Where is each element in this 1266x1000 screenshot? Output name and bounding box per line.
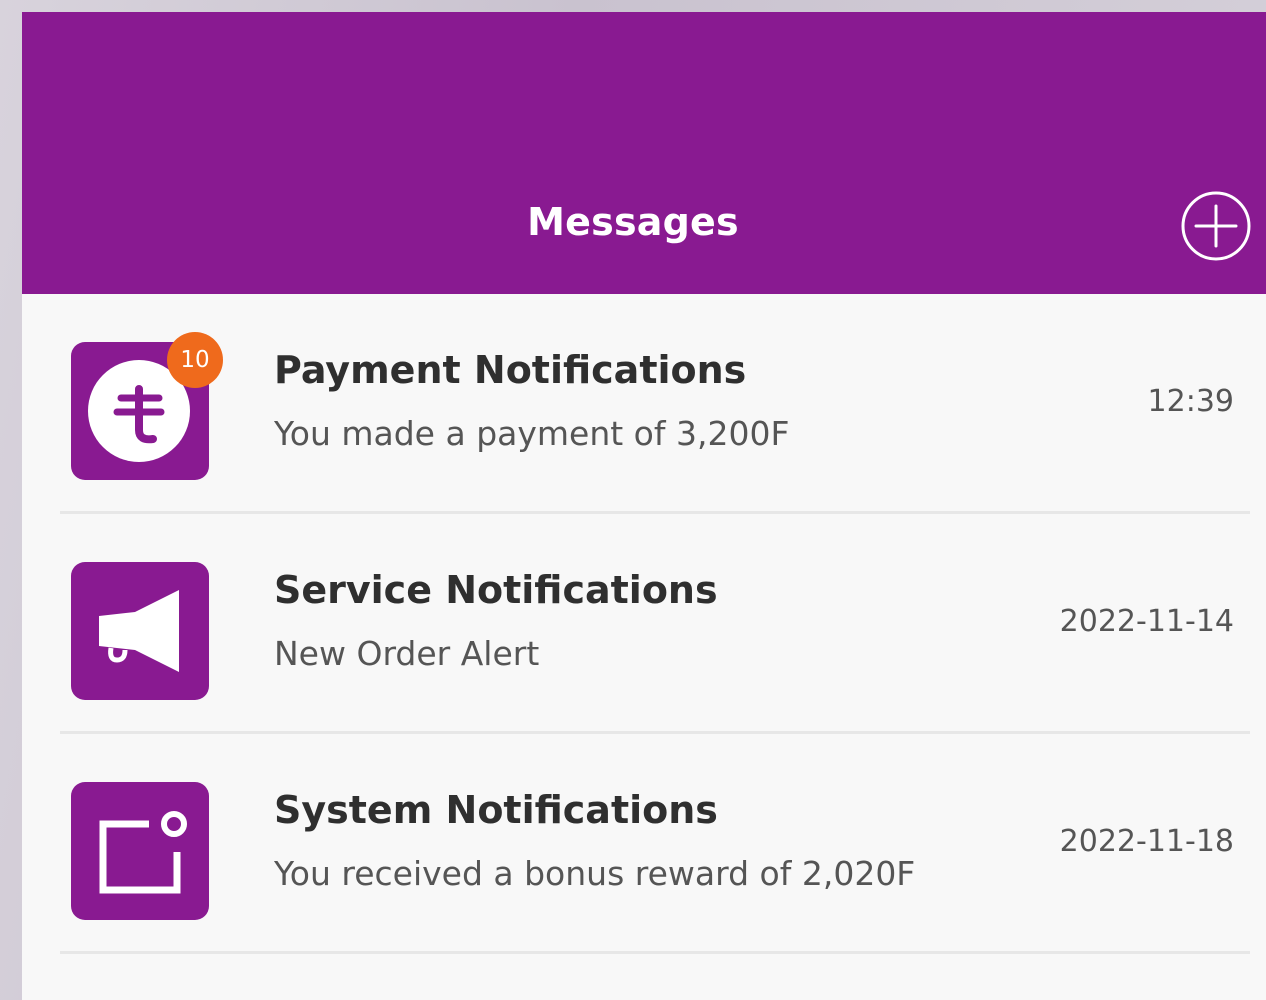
row-time: 2022-11-14 — [1059, 604, 1234, 639]
list-item-payment-notifications[interactable]: 10 Payment Notifications You made a paym… — [22, 294, 1266, 514]
list-item-service-notifications[interactable]: Service Notifications New Order Alert 20… — [22, 514, 1266, 734]
add-button[interactable] — [1180, 190, 1252, 262]
row-title: System Notifications — [274, 788, 718, 832]
row-subtitle: You received a bonus reward of 2,020F — [274, 854, 916, 893]
list-item-system-notifications[interactable]: System Notifications You received a bonu… — [22, 734, 1266, 954]
megaphone-icon — [99, 590, 179, 672]
system-tile — [71, 782, 209, 920]
messages-screen: Messages 10 Payment Notifications You ma… — [22, 12, 1266, 1000]
row-subtitle: New Order Alert — [274, 634, 540, 673]
unread-count-badge: 10 — [167, 332, 223, 388]
row-title: Service Notifications — [274, 568, 718, 612]
row-time: 12:39 — [1147, 384, 1234, 419]
notification-list: 10 Payment Notifications You made a paym… — [22, 294, 1266, 1000]
service-tile — [71, 562, 209, 700]
page-title: Messages — [527, 200, 739, 244]
row-time: 2022-11-18 — [1059, 824, 1234, 859]
notification-square-icon — [99, 811, 187, 894]
divider — [60, 951, 1250, 954]
plus-circle-icon — [1181, 191, 1251, 261]
row-title: Payment Notifications — [274, 348, 747, 392]
row-subtitle: You made a payment of 3,200F — [274, 414, 790, 453]
header-bar: Messages — [22, 12, 1266, 294]
